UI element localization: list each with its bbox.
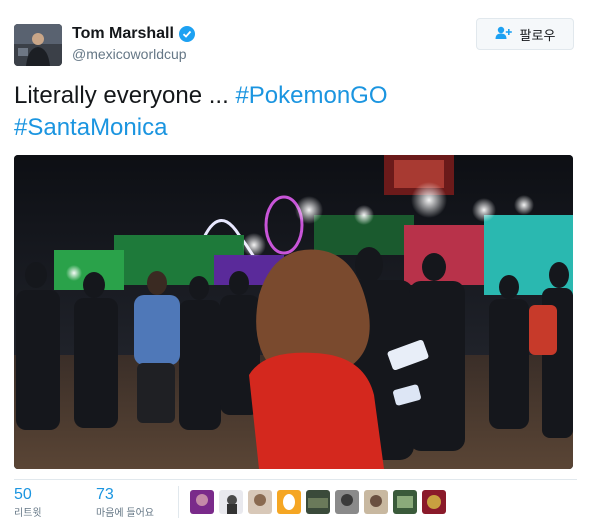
liker-avatar[interactable] (277, 490, 301, 514)
liker-avatar[interactable] (335, 490, 359, 514)
follow-button-label: 팔로우 (519, 27, 556, 43)
retweet-count: 50 (14, 486, 32, 503)
person-add-icon (495, 26, 513, 43)
liker-avatar[interactable] (422, 490, 446, 514)
liker-avatar[interactable] (393, 490, 417, 514)
tweet-text-body: Literally everyone ... (14, 82, 236, 109)
like-label: 마음에 들어요 (96, 508, 154, 519)
stats-separator (178, 486, 179, 518)
liker-avatar[interactable] (248, 490, 272, 514)
stats-divider (14, 479, 577, 480)
retweet-stat[interactable]: 50 리트윗 (14, 486, 42, 520)
tweet-photo[interactable] (14, 155, 573, 469)
tweet-header: Tom Marshall @mexicoworldcup 팔로우 (14, 18, 584, 66)
liker-avatar[interactable] (219, 490, 243, 514)
follow-button[interactable]: 팔로우 (476, 18, 574, 50)
like-stat[interactable]: 73 마음에 들어요 (96, 486, 154, 520)
liker-avatar[interactable] (306, 490, 330, 514)
avatar[interactable] (14, 24, 62, 66)
verified-badge-icon (178, 26, 195, 42)
like-count: 73 (96, 486, 114, 503)
tweet-text: Literally everyone ... #PokemonGO #SantaM… (14, 80, 574, 144)
author-handle[interactable]: @mexicoworldcup (72, 46, 187, 62)
retweet-label: 리트윗 (14, 508, 42, 519)
liker-avatar[interactable] (364, 490, 388, 514)
liker-avatar[interactable] (190, 490, 214, 514)
author-name[interactable]: Tom Marshall (72, 25, 174, 43)
hashtag-pokemongo[interactable]: #PokemonGO (235, 82, 387, 109)
liker-avatars (190, 490, 446, 514)
hashtag-santamonica[interactable]: #SantaMonica (14, 114, 167, 141)
